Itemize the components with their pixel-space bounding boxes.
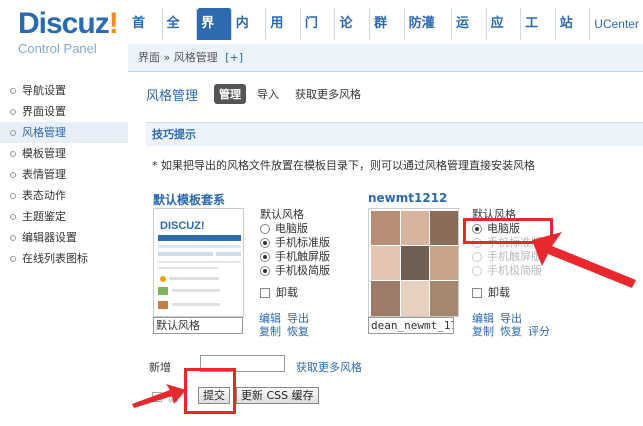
theme-links-default: 编辑 导出 复制 恢复 xyxy=(259,312,315,338)
svg-text:DISCUZ!: DISCUZ! xyxy=(160,220,205,232)
edit-link[interactable]: 编辑 xyxy=(259,312,281,325)
logo-title: Discuz! xyxy=(18,7,119,40)
main-content: 风格管理 管理 导入 获取更多风格 技巧提示 * 如果把导出的风格文件放置在模板… xyxy=(128,72,643,426)
nav-global[interactable]: 全局 xyxy=(163,8,198,63)
radio-mobile-standard[interactable] xyxy=(260,238,270,248)
theme-name-default: 默认模板套系 xyxy=(153,193,226,207)
red-arrow-icon xyxy=(532,232,636,288)
default-style-label: 默认风格 xyxy=(260,208,304,221)
restore-link[interactable]: 恢复 xyxy=(287,325,309,338)
nav-portal[interactable]: 门户 xyxy=(301,8,336,63)
nav-group[interactable]: 群组 xyxy=(370,8,405,63)
top-nav: 首页 全局 界面 内容 用户 门户 论坛 群组 防灌水 运营 应用 工具 站长 … xyxy=(128,8,643,63)
tips-text: * 如果把导出的风格文件放置在模板目录下，则可以通过风格管理直接安装风格 xyxy=(152,159,535,172)
uninstall-checkbox[interactable] xyxy=(260,288,270,298)
page-title: 风格管理 xyxy=(146,88,199,104)
photo-grid-preview-icon xyxy=(369,209,458,316)
copy-link[interactable]: 复制 xyxy=(259,325,281,338)
new-theme-label: 新增 xyxy=(149,361,171,374)
logo: Discuz! Control Panel xyxy=(0,0,128,72)
theme-links-newmt: 编辑 导出 复制 恢复 评分 xyxy=(472,312,556,338)
sidebar-item-interface-settings[interactable]: 界面设置 xyxy=(0,101,128,122)
nav-users[interactable]: 用户 xyxy=(266,8,301,63)
sidebar-item-editor-settings[interactable]: 编辑器设置 xyxy=(0,227,128,248)
sidebar-item-nav-settings[interactable]: 导航设置 xyxy=(0,80,128,101)
nav-operation[interactable]: 运营 xyxy=(452,8,487,63)
theme-name-input-default[interactable]: 默认风格 xyxy=(153,317,243,334)
theme-name-input-newmt[interactable]: dean_newmt_17 xyxy=(368,317,454,334)
nav-admin[interactable]: 站长 xyxy=(556,8,591,63)
tab-manage[interactable]: 管理 xyxy=(214,84,247,104)
theme-name-newmt: newmt1212 xyxy=(368,191,448,205)
sidebar-item-online-list-icons[interactable]: 在线列表图标 xyxy=(0,248,128,269)
section-header: 风格管理 管理 导入 获取更多风格 xyxy=(146,84,372,104)
theme-options-default: 默认风格 电脑版 手机标准版 手机触屏版 手机极简版 卸载 xyxy=(260,208,330,300)
logo-subtitle: Control Panel xyxy=(18,41,97,56)
sidebar-item-click-actions[interactable]: 表态动作 xyxy=(0,185,128,206)
radio-mobile-touch-newmt xyxy=(472,252,482,262)
breadcrumb-text: 界面 » 风格管理 xyxy=(138,51,218,64)
uninstall-default[interactable]: 卸载 xyxy=(260,286,330,300)
nav-ucenter[interactable]: UCenter xyxy=(590,8,643,40)
radio-mobile-simple[interactable] xyxy=(260,266,270,276)
option-mobile-simple-default[interactable]: 手机极简版 xyxy=(260,264,330,278)
option-mobile-standard-default[interactable]: 手机标准版 xyxy=(260,236,330,250)
nav-antispam[interactable]: 防灌水 xyxy=(405,8,452,63)
copy-link-newmt[interactable]: 复制 xyxy=(472,325,494,338)
edit-link-newmt[interactable]: 编辑 xyxy=(472,312,494,325)
highlight-box-submit xyxy=(184,368,236,414)
nav-home[interactable]: 首页 xyxy=(128,8,163,63)
sidebar: 导航设置 界面设置 风格管理 模板管理 表情管理 表态动作 主题鉴定 编辑器设置… xyxy=(0,72,128,426)
sidebar-item-smilies[interactable]: 表情管理 xyxy=(0,164,128,185)
restore-link-newmt[interactable]: 恢复 xyxy=(500,325,522,338)
red-arrow-submit-icon xyxy=(132,384,186,408)
uninstall-checkbox-newmt[interactable] xyxy=(472,288,482,298)
nav-forum[interactable]: 论坛 xyxy=(335,8,371,63)
update-css-cache-button[interactable]: 更新 CSS 缓存 xyxy=(236,387,319,404)
radio-pc[interactable] xyxy=(260,224,270,234)
nav-apps[interactable]: 应用 xyxy=(487,8,522,63)
sidebar-item-style-management[interactable]: 风格管理 xyxy=(0,122,128,143)
get-more-styles-link[interactable]: 获取更多风格 xyxy=(296,359,362,375)
sidebar-item-template-management[interactable]: 模板管理 xyxy=(0,143,128,164)
nav-interface[interactable]: 界面 xyxy=(197,8,232,63)
thumbnail-preview-icon: DISCUZ! xyxy=(154,209,243,316)
tab-import[interactable]: 导入 xyxy=(252,84,284,104)
option-pc-default[interactable]: 电脑版 xyxy=(260,222,330,236)
option-mobile-touch-default[interactable]: 手机触屏版 xyxy=(260,250,330,264)
nav-tools[interactable]: 工具 xyxy=(521,8,556,63)
tab-get-more[interactable]: 获取更多风格 xyxy=(290,84,366,104)
export-link[interactable]: 导出 xyxy=(287,312,309,325)
breadcrumb: 界面 » 风格管理 [+] xyxy=(128,44,643,72)
tips-header: 技巧提示 xyxy=(146,122,643,146)
nav-content[interactable]: 内容 xyxy=(232,8,267,63)
radio-mobile-simple-newmt xyxy=(472,266,482,276)
theme-thumbnail-default[interactable]: DISCUZ! xyxy=(153,208,244,317)
radio-mobile-touch[interactable] xyxy=(260,252,270,262)
theme-thumbnail-newmt[interactable] xyxy=(368,208,459,317)
rate-link-newmt[interactable]: 评分 xyxy=(528,325,550,338)
add-favorite-link[interactable]: [+] xyxy=(225,51,243,64)
sidebar-item-thread-stamps[interactable]: 主题鉴定 xyxy=(0,206,128,227)
export-link-newmt[interactable]: 导出 xyxy=(500,312,522,325)
